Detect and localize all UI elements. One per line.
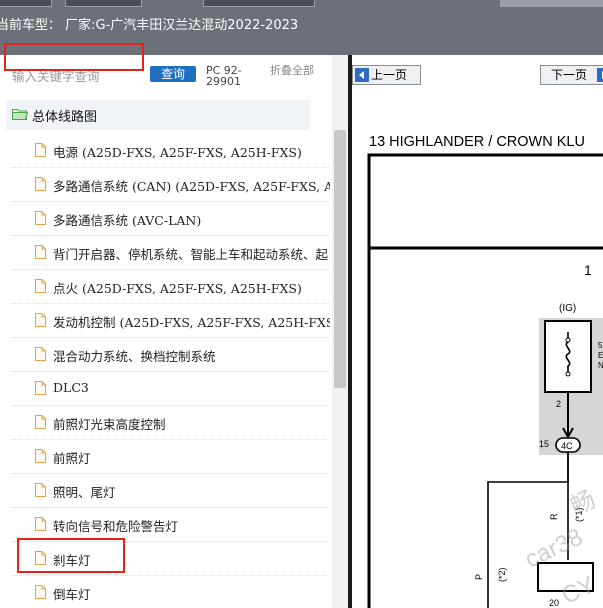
tree-item[interactable]: 转向信号和危险警告灯 — [12, 508, 330, 542]
highlight-box-root — [4, 43, 144, 71]
document-icon — [35, 245, 46, 259]
left-panel: 查询 PC 92-29901 折叠全部 总体线路图 电源 (A25D-FXS, … — [0, 55, 348, 608]
pin-20-label: 20 — [549, 598, 559, 608]
top-tab[interactable] — [203, 0, 315, 7]
tree-item[interactable]: 多路通信系统 (AVC-LAN) — [12, 202, 330, 236]
next-page-label: 下一页 — [551, 68, 588, 82]
document-icon — [35, 415, 46, 429]
fuse-terminal-top — [565, 337, 571, 343]
collapse-all-button[interactable]: 折叠全部 — [270, 65, 315, 76]
wiring-tree: 总体线路图 电源 (A25D-FXS, A25F-FXS, A25H-FXS) … — [0, 100, 330, 608]
tree-item[interactable]: 电源 (A25D-FXS, A25F-FXS, A25H-FXS) — [12, 134, 330, 168]
tree-item-label: DLC3 — [53, 380, 89, 395]
tree-item[interactable]: 前照灯 — [12, 440, 330, 474]
side-letter-e: E — [598, 351, 603, 360]
tree-root-label: 总体线路图 — [32, 110, 98, 125]
tree-item[interactable]: 多路通信系统 (CAN) (A25D-FXS, A25F-FXS, A25H — [12, 168, 330, 202]
current-vehicle-title: 当前车型： 厂家:G-广汽丰田汉兰达混动2022-2023 — [0, 18, 299, 33]
wire-p-label: P — [474, 574, 484, 580]
diagram-title: 13 HIGHLANDER / CROWN KLU — [369, 134, 585, 150]
top-tab[interactable] — [0, 0, 52, 7]
tree-item-label: 照明、尾灯 — [53, 485, 116, 500]
tree-item-label: 前照灯光束高度控制 — [53, 417, 166, 432]
document-icon — [35, 381, 46, 395]
tree-item-label: 多路通信系统 (CAN) (A25D-FXS, A25F-FXS, A25H — [53, 179, 330, 194]
diagram-viewer: 上一页 下一页 13 HIGHLANDER / CROWN KLU 1 (IG)… — [352, 55, 603, 608]
wire-r-label: R — [549, 513, 559, 520]
fuse-box — [544, 320, 592, 393]
tree-item[interactable]: 前照灯光束高度控制 — [12, 406, 330, 440]
document-icon — [35, 313, 46, 327]
fuse-terminal-bottom — [565, 371, 571, 377]
tree-item-label: 混合动力系统、换档控制系统 — [53, 349, 216, 364]
tree-item[interactable]: 发动机控制 (A25D-FXS, A25F-FXS, A25H-FXS) — [12, 304, 330, 338]
highlight-box-brake-light — [17, 538, 125, 573]
document-icon — [35, 211, 46, 225]
prev-page-label: 上一页 — [371, 68, 408, 82]
tree-item[interactable]: 倒车灯 — [12, 576, 330, 608]
document-icon — [35, 279, 46, 293]
side-pin-label: 5 — [598, 341, 603, 350]
document-icon — [35, 177, 46, 191]
diagram-page-number: 1 — [584, 262, 592, 278]
next-page-button[interactable]: 下一页 — [540, 65, 603, 85]
connector-pin-15: 15 — [539, 439, 549, 449]
tree-item[interactable]: 照明、尾灯 — [12, 474, 330, 508]
top-tab-strip — [0, 0, 603, 7]
tree-item-label: 前照灯 — [53, 451, 91, 466]
tree-item-label: 背门开启器、停机系统、智能上车和起动系统、起 — [53, 247, 329, 262]
tree-item-label: 发动机控制 (A25D-FXS, A25F-FXS, A25H-FXS) — [53, 315, 330, 330]
document-icon — [35, 449, 46, 463]
tree-item-label: 倒车灯 — [53, 587, 91, 602]
tree-item[interactable]: DLC3 — [12, 372, 330, 406]
tree-scrollbar[interactable] — [332, 55, 348, 608]
top-tab[interactable] — [500, 0, 603, 7]
side-letter-n: N — [598, 361, 603, 370]
connector-4c-label: 4C — [561, 441, 573, 451]
tree-item[interactable]: 混合动力系统、换档控制系统 — [12, 338, 330, 372]
scrollbar-thumb[interactable] — [334, 130, 346, 388]
pc-code-label: PC 92-29901 — [206, 64, 242, 88]
fuse-pin-number: 2 — [556, 399, 561, 409]
folder-open-icon — [12, 109, 28, 120]
ig-label: (IG) — [559, 303, 576, 314]
document-icon — [35, 347, 46, 361]
tree-item[interactable]: 点火 (A25D-FXS, A25F-FXS, A25H-FXS) — [12, 270, 330, 304]
page-nav-bar: 上一页 下一页 — [352, 55, 603, 91]
tree-item-label: 点火 (A25D-FXS, A25F-FXS, A25H-FXS) — [53, 281, 302, 296]
arrow-right-icon — [597, 68, 603, 82]
arrow-left-icon — [355, 68, 369, 82]
note-2-label: (*2) — [497, 567, 507, 582]
tree-item[interactable]: 背门开启器、停机系统、智能上车和起动系统、起 — [12, 236, 330, 270]
top-tab[interactable] — [65, 0, 142, 7]
tree-item-label: 多路通信系统 (AVC-LAN) — [53, 213, 202, 228]
document-icon — [35, 483, 46, 497]
prev-page-button[interactable]: 上一页 — [352, 65, 421, 85]
tree-item-label: 转向信号和危险警告灯 — [53, 519, 179, 534]
document-icon — [35, 143, 46, 157]
tree-root-item[interactable]: 总体线路图 — [6, 100, 310, 130]
tree-item-label: 电源 (A25D-FXS, A25F-FXS, A25H-FXS) — [53, 145, 302, 160]
document-icon — [35, 585, 46, 599]
query-button[interactable]: 查询 — [150, 66, 196, 82]
document-icon — [35, 517, 46, 531]
